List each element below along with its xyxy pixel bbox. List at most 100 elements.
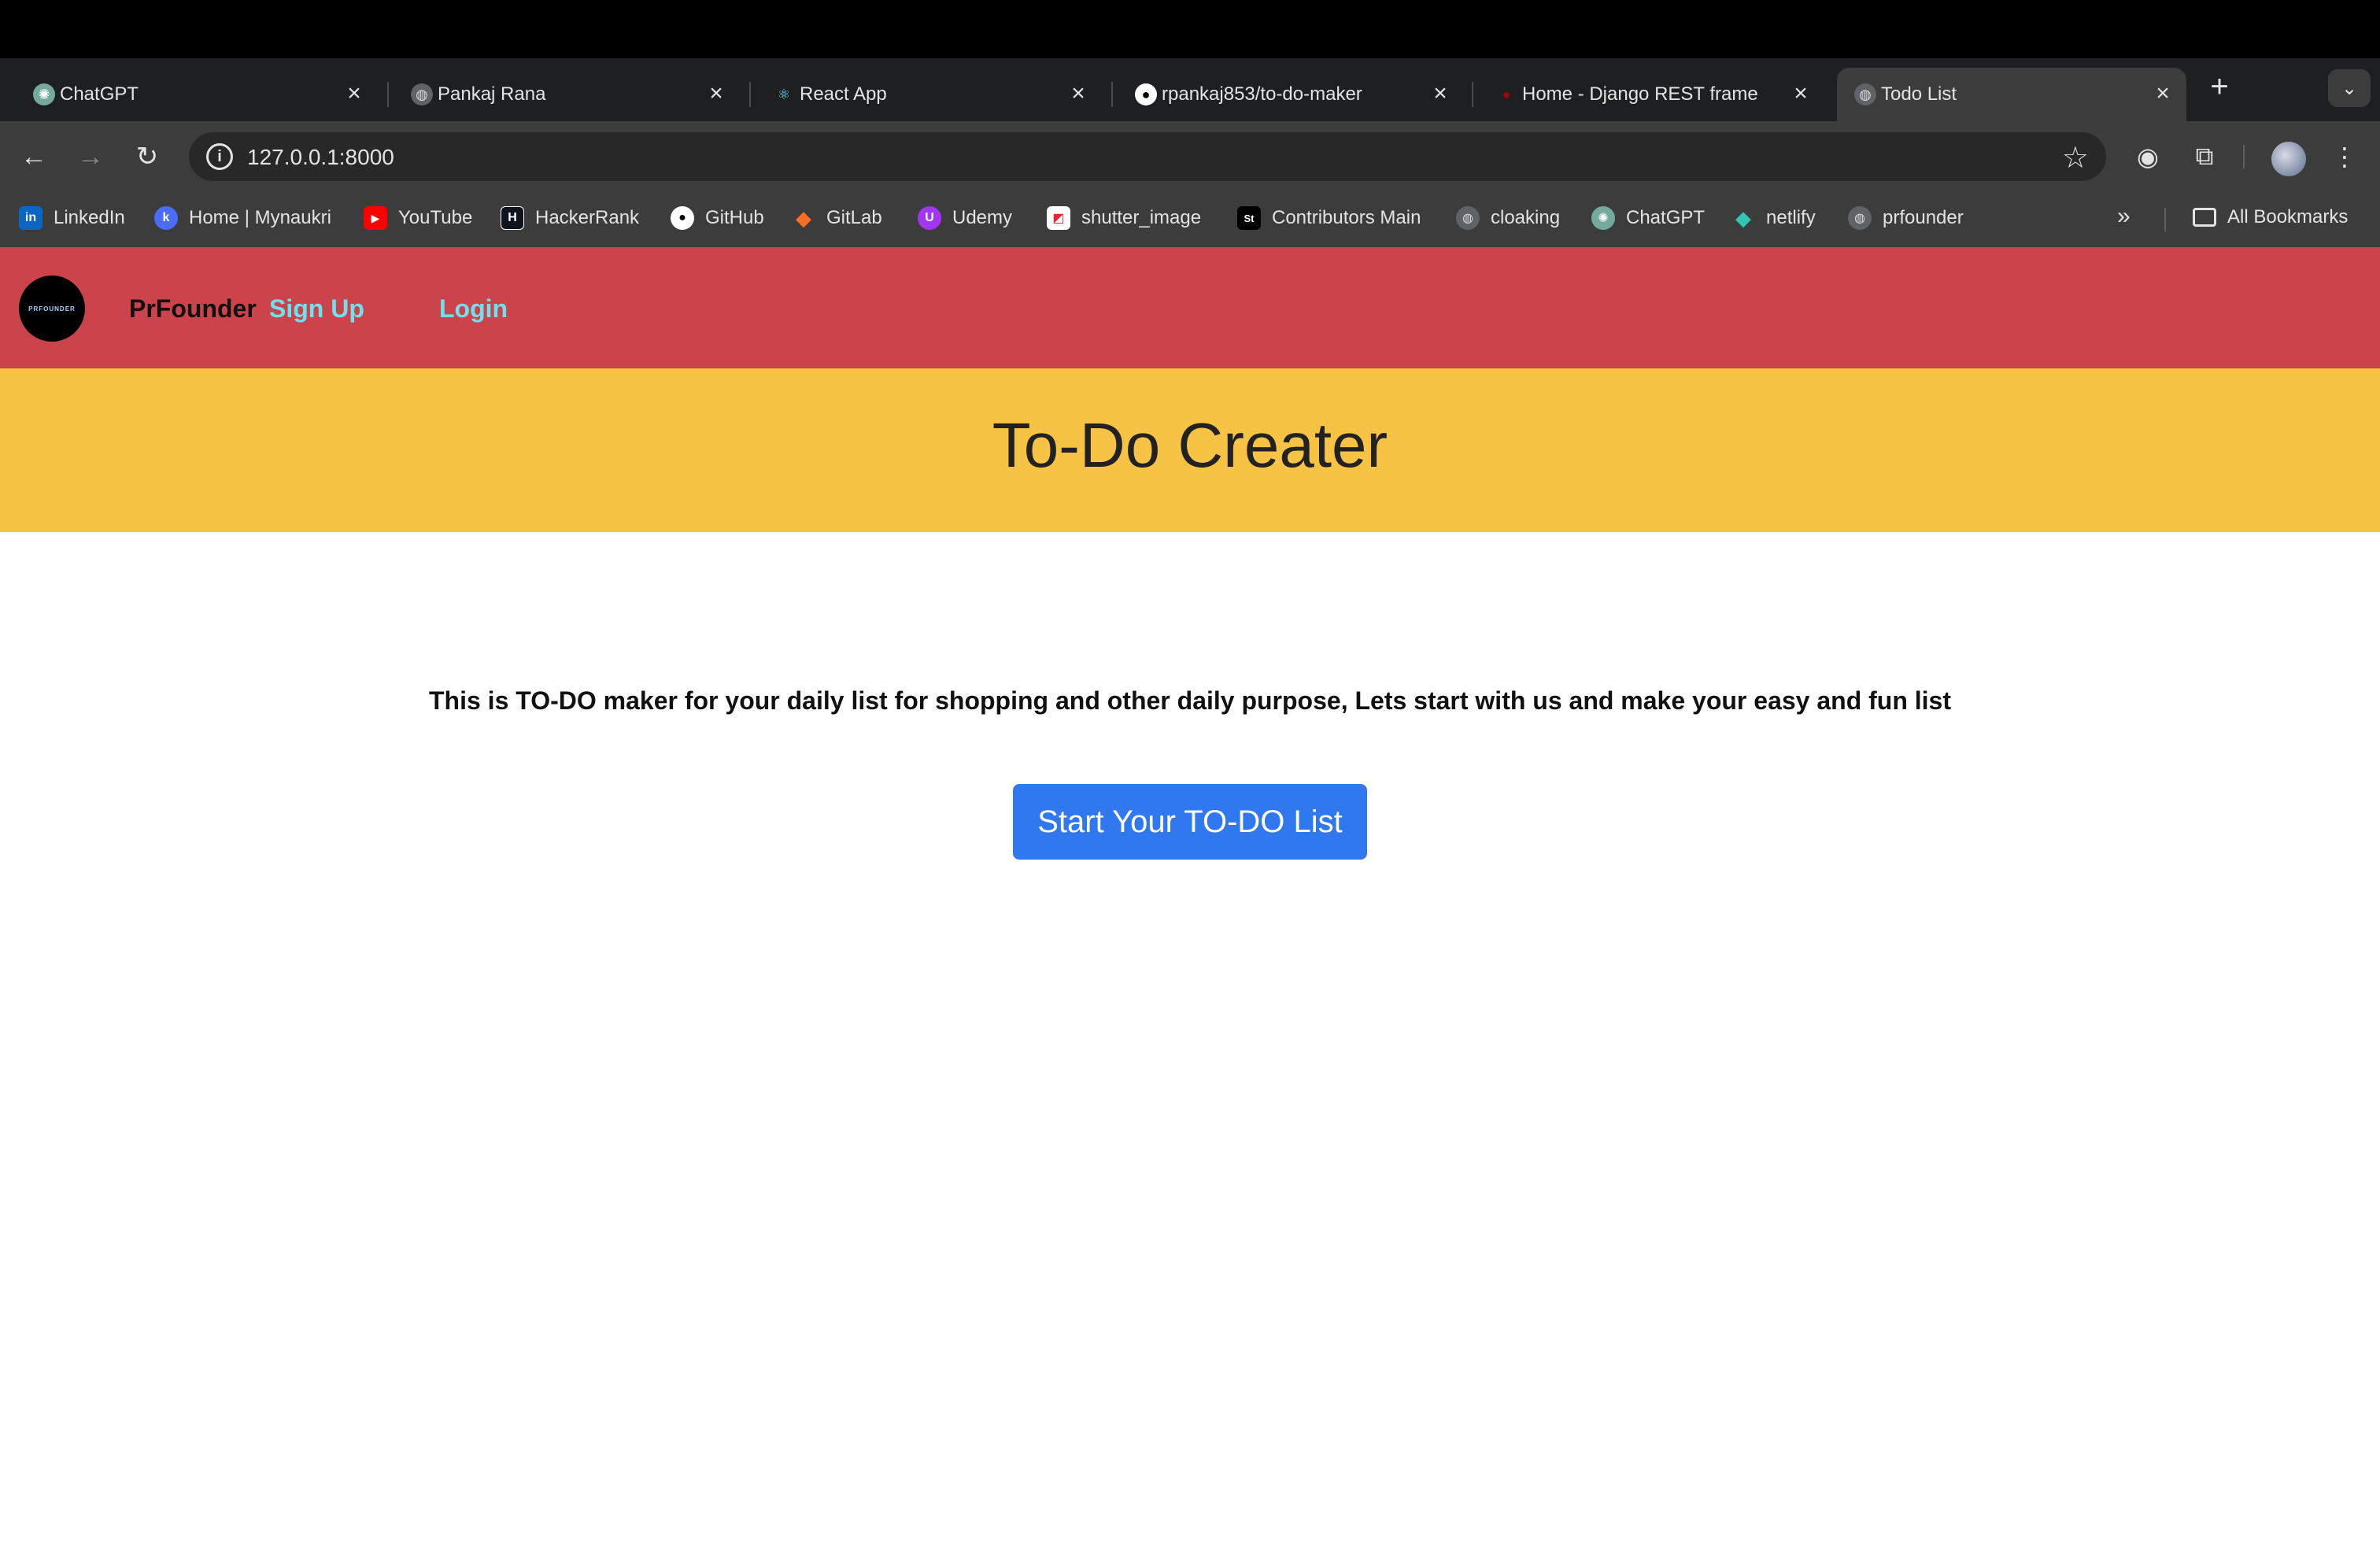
bookmark-label: cloaking	[1491, 207, 1561, 228]
browser-toolbar: ← → ↻ i 127.0.0.1:8000 ☆ ◉ ⧉ ⋮	[0, 121, 2380, 192]
globe-icon: ◍	[1456, 206, 1480, 230]
back-button[interactable]: ←	[16, 139, 52, 175]
tab-separator	[749, 82, 751, 107]
mynaukri-icon: k	[154, 206, 178, 230]
bookmark-star-icon[interactable]: ☆	[2062, 140, 2089, 176]
bookmark-contributors-main[interactable]: St Contributors Main	[1237, 206, 1421, 230]
screen-top-bar	[0, 0, 2380, 58]
tab-title: Pankaj Rana	[438, 83, 546, 105]
reload-icon: ↻	[135, 142, 159, 172]
bookmark-mynaukri[interactable]: k Home | Mynaukri	[154, 206, 331, 230]
github-icon: ●	[671, 206, 694, 230]
bookmarks-bar: in LinkedIn k Home | Mynaukri ▶ YouTube …	[0, 192, 2380, 247]
tab-title: ChatGPT	[60, 83, 139, 105]
gitlab-icon: ◆	[796, 205, 811, 230]
udemy-icon: U	[918, 206, 941, 230]
extensions-puzzle-icon[interactable]: ⧉	[2186, 139, 2223, 175]
all-bookmarks-button[interactable]: All Bookmarks	[2193, 206, 2348, 228]
login-link[interactable]: Login	[439, 294, 508, 324]
folder-icon	[2193, 208, 2216, 227]
tab-separator	[1472, 82, 1473, 107]
chevron-down-icon: ⌄	[2341, 77, 2358, 99]
new-tab-button[interactable]: +	[2204, 71, 2235, 102]
tab-separator	[1111, 82, 1113, 107]
site-navbar: PRFOUNDER PrFounder Sign Up Login	[0, 247, 2380, 368]
bookmark-label: GitHub	[705, 207, 764, 228]
site-info-icon[interactable]: i	[206, 143, 233, 170]
bookmark-gitlab[interactable]: ◆ GitLab	[792, 206, 882, 230]
forward-button[interactable]: →	[72, 139, 109, 175]
tab-search-button[interactable]: ⌄	[2328, 69, 2371, 107]
bookmark-prfounder[interactable]: ◍ prfounder	[1848, 206, 1964, 230]
arrow-left-icon: ←	[20, 141, 47, 172]
bookmark-udemy[interactable]: U Udemy	[918, 206, 1012, 230]
chatgpt-icon: ✺	[33, 83, 55, 105]
site-logo[interactable]: PRFOUNDER	[19, 276, 85, 342]
tab-react-app[interactable]: ⚛ React App ×	[756, 68, 1102, 121]
url-text: 127.0.0.1:8000	[247, 145, 394, 169]
bookmark-label: YouTube	[398, 207, 473, 228]
youtube-icon: ▶	[364, 206, 387, 230]
logo-text: PRFOUNDER	[28, 305, 76, 313]
tab-title: rpankaj853/to-do-maker	[1162, 83, 1362, 105]
linkedin-icon: in	[19, 206, 42, 230]
hero-banner: To-Do Creater	[0, 368, 2380, 532]
bookmark-shutter-image[interactable]: ◩ shutter_image	[1047, 206, 1201, 230]
address-bar[interactable]: i 127.0.0.1:8000 ☆	[189, 132, 2106, 181]
bookmark-netlify[interactable]: ◆ netlify	[1731, 206, 1816, 230]
signup-link[interactable]: Sign Up	[269, 294, 364, 324]
netlify-icon: ◆	[1735, 205, 1751, 230]
bookmark-chatgpt[interactable]: ✺ ChatGPT	[1591, 206, 1705, 230]
shutter-icon: ◩	[1047, 206, 1070, 230]
tab-separator	[387, 82, 389, 107]
tab-chatgpt[interactable]: ✺ ChatGPT ×	[16, 68, 378, 121]
bookmark-label: prfounder	[1883, 207, 1964, 228]
bookmark-label: HackerRank	[535, 207, 640, 228]
start-todo-button[interactable]: Start Your TO-DO List	[1013, 784, 1367, 860]
all-bookmarks-label: All Bookmarks	[2227, 206, 2349, 227]
react-icon: ⚛	[777, 86, 791, 102]
tab-pankaj-rana[interactable]: ◍ Pankaj Rana ×	[394, 68, 740, 121]
hackerrank-icon: H	[501, 206, 524, 230]
globe-icon: ◍	[411, 83, 433, 105]
globe-icon: ◍	[1848, 206, 1872, 230]
contributors-icon: St	[1237, 206, 1261, 230]
tab-title: Todo List	[1881, 83, 1957, 105]
close-icon[interactable]: ×	[704, 82, 729, 107]
bookmark-label: Udemy	[952, 207, 1013, 228]
chatgpt-icon: ✺	[1591, 206, 1615, 230]
menu-kebab-icon[interactable]: ⋮	[2326, 139, 2363, 175]
tab-django-rest[interactable]: ● Home - Django REST frame ×	[1478, 68, 1824, 121]
bookmark-hackerrank[interactable]: H HackerRank	[501, 206, 639, 230]
bookmark-label: netlify	[1766, 207, 1816, 228]
close-icon[interactable]: ×	[1788, 82, 1813, 107]
brand-name[interactable]: PrFounder	[129, 294, 257, 324]
github-icon: ●	[1135, 83, 1157, 105]
bookmark-label: shutter_image	[1081, 207, 1202, 228]
profile-avatar[interactable]	[2271, 142, 2306, 176]
django-icon: ●	[1502, 86, 1511, 102]
reload-button[interactable]: ↻	[129, 139, 165, 175]
bookmark-label: GitLab	[826, 207, 882, 228]
toolbar-separator	[2243, 145, 2245, 168]
tab-strip: ✺ ChatGPT × ◍ Pankaj Rana × ⚛ React App …	[0, 58, 2380, 121]
close-icon[interactable]: ×	[1066, 82, 1091, 107]
bookmark-label: LinkedIn	[54, 207, 125, 228]
intro-text: This is TO-DO maker for your daily list …	[429, 686, 1951, 715]
close-icon[interactable]: ×	[2150, 82, 2175, 107]
bookmarks-separator	[2164, 208, 2166, 231]
close-icon[interactable]: ×	[1428, 82, 1453, 107]
bookmark-github[interactable]: ● GitHub	[671, 206, 764, 230]
globe-icon: ◍	[1854, 83, 1876, 105]
bookmarks-overflow-icon[interactable]: »	[2117, 203, 2131, 230]
tab-github-repo[interactable]: ● rpankaj853/to-do-maker ×	[1118, 68, 1464, 121]
tab-todo-list[interactable]: ◍ Todo List ×	[1837, 68, 2186, 121]
bookmark-label: Home | Mynaukri	[189, 207, 331, 228]
tab-title: React App	[800, 83, 887, 105]
bookmark-youtube[interactable]: ▶ YouTube	[364, 206, 472, 230]
close-icon[interactable]: ×	[342, 82, 367, 107]
extension-icon[interactable]: ◉	[2130, 139, 2166, 175]
bookmark-cloaking[interactable]: ◍ cloaking	[1456, 206, 1560, 230]
bookmark-linkedin[interactable]: in LinkedIn	[19, 206, 125, 230]
bookmark-label: Contributors Main	[1272, 207, 1421, 228]
